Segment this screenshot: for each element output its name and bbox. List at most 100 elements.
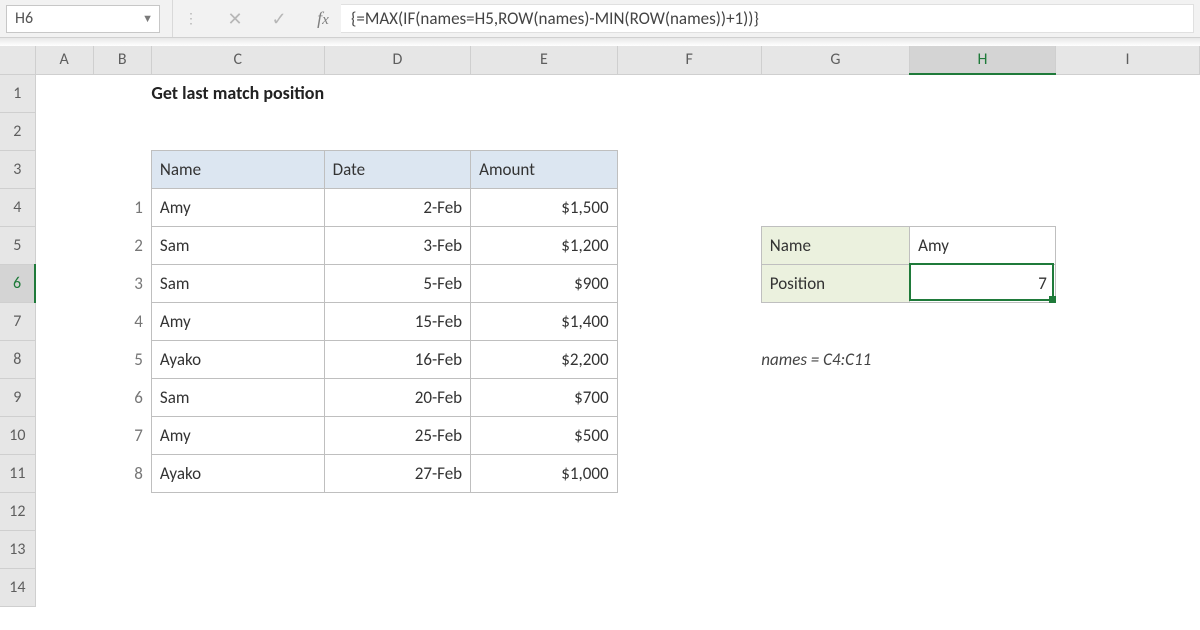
cell-A9[interactable] — [35, 378, 93, 416]
cell-C7[interactable]: Amy — [151, 302, 324, 340]
cell-D7[interactable]: 15-Feb — [324, 302, 470, 340]
cell-I6[interactable] — [1055, 264, 1199, 302]
cell-B14[interactable] — [93, 568, 151, 606]
cell-A1[interactable] — [35, 74, 93, 112]
cell-I8[interactable] — [1055, 340, 1199, 378]
cell-F14[interactable] — [617, 568, 761, 606]
cell-A14[interactable] — [35, 568, 93, 606]
cell-D9[interactable]: 20-Feb — [324, 378, 470, 416]
cell-A7[interactable] — [35, 302, 93, 340]
chevron-down-icon[interactable]: ▼ — [142, 12, 153, 25]
select-all-corner[interactable] — [0, 46, 35, 74]
cell-E8[interactable]: $2,200 — [471, 340, 617, 378]
row-header-8[interactable]: 8 — [0, 340, 35, 378]
cell-F7[interactable] — [617, 302, 761, 340]
cell-H3[interactable] — [910, 150, 1056, 188]
cell-F11[interactable] — [617, 454, 761, 492]
cell-G6[interactable]: Position — [761, 264, 909, 302]
cell-I7[interactable] — [1055, 302, 1199, 340]
cell-B4[interactable]: 1 — [93, 188, 151, 226]
cell-F12[interactable] — [617, 492, 761, 530]
cell-C3[interactable]: Name — [151, 150, 324, 188]
cell-I3[interactable] — [1055, 150, 1199, 188]
cell-B5[interactable]: 2 — [93, 226, 151, 264]
row-header-12[interactable]: 12 — [0, 492, 35, 530]
cell-G4[interactable] — [761, 188, 909, 226]
cell-A13[interactable] — [35, 530, 93, 568]
cell-B12[interactable] — [93, 492, 151, 530]
cell-H14[interactable] — [910, 568, 1056, 606]
cell-H13[interactable] — [910, 530, 1056, 568]
cell-I5[interactable] — [1055, 226, 1199, 264]
cell-C2[interactable] — [151, 112, 324, 150]
expand-icon[interactable]: ⋮ — [181, 10, 201, 27]
cancel-icon[interactable]: ✕ — [225, 8, 245, 30]
cell-F5[interactable] — [617, 226, 761, 264]
cell-B10[interactable]: 7 — [93, 416, 151, 454]
cell-B9[interactable]: 6 — [93, 378, 151, 416]
cell-D4[interactable]: 2-Feb — [324, 188, 470, 226]
cell-F1[interactable] — [617, 74, 761, 112]
cell-E5[interactable]: $1,200 — [471, 226, 617, 264]
cell-C1[interactable]: Get last match position — [151, 74, 324, 112]
cell-E12[interactable] — [471, 492, 617, 530]
formula-input[interactable]: {=MAX(IF(names=H5,ROW(names)-MIN(ROW(nam… — [341, 4, 1194, 33]
enter-icon[interactable]: ✓ — [269, 8, 289, 30]
cell-I2[interactable] — [1055, 112, 1199, 150]
cell-A6[interactable] — [35, 264, 93, 302]
cell-E2[interactable] — [471, 112, 617, 150]
cell-B13[interactable] — [93, 530, 151, 568]
cell-D6[interactable]: 5-Feb — [324, 264, 470, 302]
cell-E4[interactable]: $1,500 — [471, 188, 617, 226]
cell-G14[interactable] — [761, 568, 909, 606]
cell-H12[interactable] — [910, 492, 1056, 530]
cell-H5[interactable]: Amy — [910, 226, 1056, 264]
cell-H9[interactable] — [910, 378, 1056, 416]
cell-C14[interactable] — [151, 568, 324, 606]
cell-H1[interactable] — [910, 74, 1056, 112]
cell-E14[interactable] — [471, 568, 617, 606]
cell-E3[interactable]: Amount — [471, 150, 617, 188]
cell-F3[interactable] — [617, 150, 761, 188]
cell-E13[interactable] — [471, 530, 617, 568]
cell-H4[interactable] — [910, 188, 1056, 226]
col-header-I[interactable]: I — [1055, 46, 1199, 74]
cell-D3[interactable]: Date — [324, 150, 470, 188]
row-header-9[interactable]: 9 — [0, 378, 35, 416]
cell-I11[interactable] — [1055, 454, 1199, 492]
col-header-D[interactable]: D — [324, 46, 470, 74]
cell-F13[interactable] — [617, 530, 761, 568]
row-header-11[interactable]: 11 — [0, 454, 35, 492]
cell-G5[interactable]: Name — [761, 226, 909, 264]
cell-D2[interactable] — [324, 112, 470, 150]
cell-G10[interactable] — [761, 416, 909, 454]
cell-B11[interactable]: 8 — [93, 454, 151, 492]
col-header-G[interactable]: G — [761, 46, 909, 74]
cell-D12[interactable] — [324, 492, 470, 530]
cell-C11[interactable]: Ayako — [151, 454, 324, 492]
cell-H7[interactable] — [910, 302, 1056, 340]
col-header-A[interactable]: A — [35, 46, 93, 74]
row-header-10[interactable]: 10 — [0, 416, 35, 454]
cell-C6[interactable]: Sam — [151, 264, 324, 302]
cell-F4[interactable] — [617, 188, 761, 226]
cell-I12[interactable] — [1055, 492, 1199, 530]
cell-A2[interactable] — [35, 112, 93, 150]
row-header-5[interactable]: 5 — [0, 226, 35, 264]
cell-C10[interactable]: Amy — [151, 416, 324, 454]
row-header-1[interactable]: 1 — [0, 74, 35, 112]
cell-C5[interactable]: Sam — [151, 226, 324, 264]
cell-A12[interactable] — [35, 492, 93, 530]
fx-icon[interactable]: fx — [313, 8, 333, 29]
cell-G12[interactable] — [761, 492, 909, 530]
cell-F8[interactable] — [617, 340, 761, 378]
cell-A10[interactable] — [35, 416, 93, 454]
cell-D10[interactable]: 25-Feb — [324, 416, 470, 454]
cell-B1[interactable] — [93, 74, 151, 112]
cell-F6[interactable] — [617, 264, 761, 302]
cell-D1[interactable] — [324, 74, 470, 112]
cell-G7[interactable] — [761, 302, 909, 340]
cell-A11[interactable] — [35, 454, 93, 492]
cell-E6[interactable]: $900 — [471, 264, 617, 302]
cell-I14[interactable] — [1055, 568, 1199, 606]
